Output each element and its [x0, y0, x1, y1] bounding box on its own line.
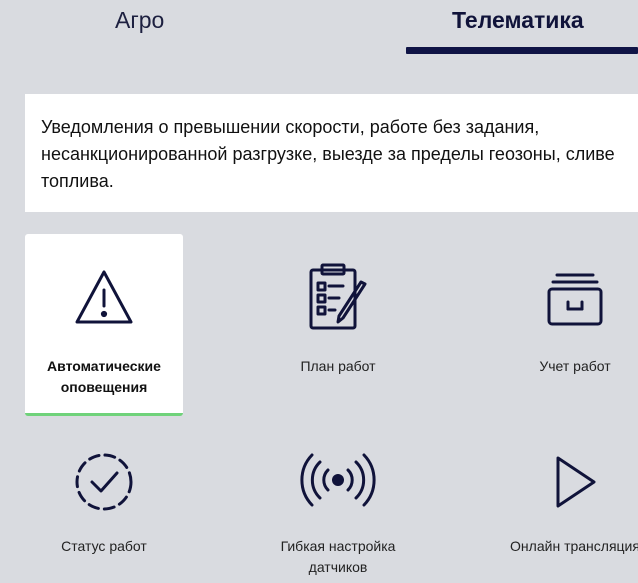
tab-bar: Агро Телематика	[0, 0, 638, 62]
feature-label: Онлайн трансляция	[510, 538, 638, 554]
active-tab-indicator	[406, 47, 638, 54]
dashed-circle-check-icon	[72, 450, 136, 514]
tab-agro[interactable]: Агро	[115, 6, 164, 34]
feature-sensor-configuration[interactable]: Гибкая настройка датчиков	[259, 428, 417, 583]
broadcast-signal-icon	[298, 450, 378, 510]
play-icon	[550, 454, 600, 510]
feature-description: Уведомления о превышении скорости, работ…	[25, 94, 638, 212]
feature-work-accounting[interactable]: Учет работ	[496, 234, 638, 416]
feature-online-broadcast[interactable]: Онлайн трансляция	[496, 428, 638, 583]
clipboard-checklist-icon	[305, 262, 371, 334]
feature-automatic-alerts[interactable]: Автоматические оповещения	[25, 234, 183, 416]
file-drawer-icon	[545, 270, 605, 328]
tab-telematics[interactable]: Телематика	[452, 6, 584, 34]
warning-triangle-icon	[73, 268, 135, 326]
feature-label: Учет работ	[539, 358, 611, 374]
feature-label: Автоматические оповещения	[47, 358, 161, 395]
feature-label: План работ	[300, 358, 376, 374]
feature-label: Статус работ	[61, 538, 147, 554]
feature-work-status[interactable]: Статус работ	[25, 428, 183, 583]
feature-label: Гибкая настройка датчиков	[280, 538, 396, 575]
feature-work-plan[interactable]: План работ	[259, 234, 417, 416]
